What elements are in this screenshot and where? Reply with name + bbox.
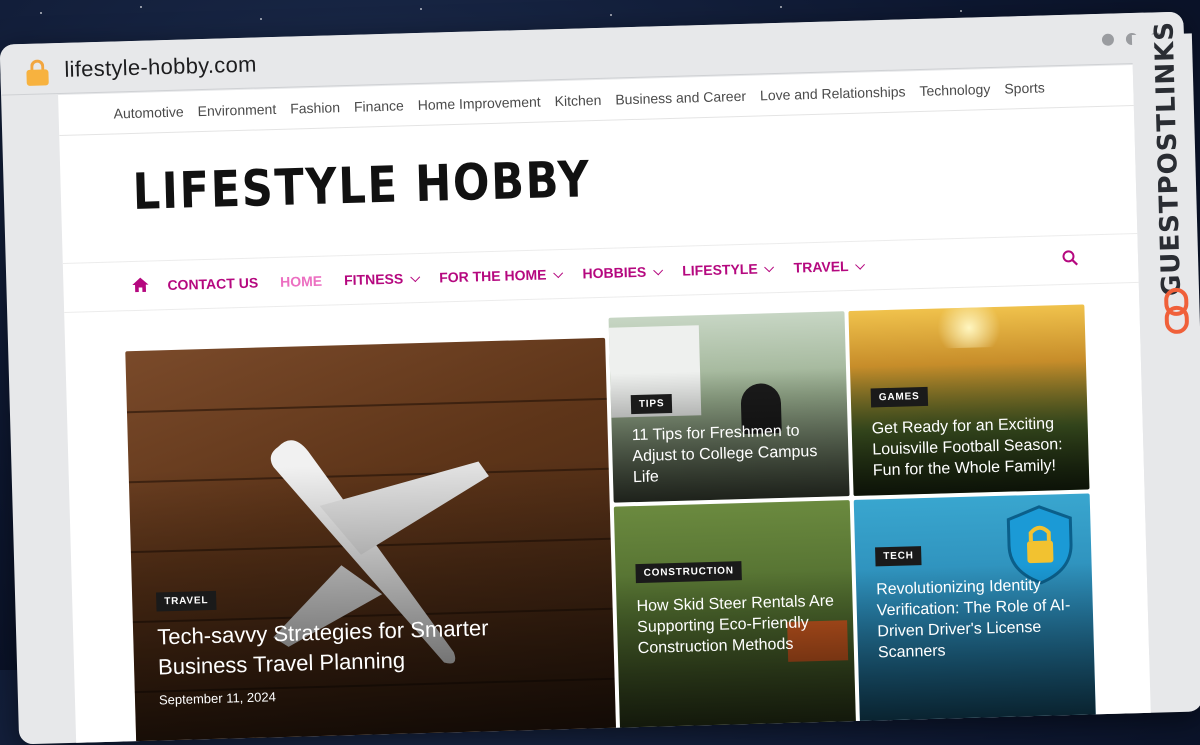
post-card[interactable]: CONSTRUCTION How Skid Steer Rentals Are …: [613, 500, 857, 738]
main-nav: CONTACT US HOME FITNESS FOR THE HOME HOB…: [62, 232, 1139, 313]
home-icon[interactable]: [131, 276, 149, 294]
chevron-down-icon: [653, 264, 664, 275]
web-page: Automotive Environment Fashion Finance H…: [58, 65, 1152, 745]
top-nav-item[interactable]: Finance: [354, 97, 404, 114]
window-dot-icon[interactable]: [1101, 33, 1115, 46]
featured-post-card[interactable]: TRAVEL Tech-savvy Strategies for Smarter…: [125, 337, 617, 745]
top-nav-item[interactable]: Home Improvement: [418, 94, 541, 113]
lock-icon: [26, 59, 49, 86]
top-nav-item[interactable]: Sports: [1004, 79, 1045, 96]
guestpostlinks-brand: GUESTPOSTLINKS: [1142, 21, 1196, 336]
category-tag[interactable]: GAMES: [870, 386, 928, 408]
nav-item-lifestyle[interactable]: LIFESTYLE: [682, 260, 775, 279]
browser-window: lifestyle-hobby.com Automotive Environme…: [0, 11, 1200, 745]
category-tag[interactable]: TECH: [875, 546, 922, 567]
category-tag[interactable]: TRAVEL: [156, 590, 217, 612]
category-tag[interactable]: TIPS: [630, 394, 673, 415]
post-card[interactable]: TIPS 11 Tips for Freshmen to Adjust to C…: [608, 311, 850, 503]
category-tag[interactable]: CONSTRUCTION: [635, 561, 743, 584]
post-title[interactable]: How Skid Steer Rentals Are Supporting Ec…: [636, 591, 838, 660]
nav-item-fitness[interactable]: FITNESS: [344, 270, 421, 288]
post-title[interactable]: Tech-savvy Strategies for Smarter Busine…: [157, 612, 539, 683]
nav-item-for-the-home[interactable]: FOR THE HOME: [439, 266, 564, 285]
brand-text: GUESTPOSTLINKS: [1149, 20, 1188, 297]
address-bar[interactable]: lifestyle-hobby.com: [64, 51, 257, 82]
top-nav-item[interactable]: Love and Relationships: [760, 83, 906, 103]
post-card[interactable]: TECH Revolutionizing Identity Verificati…: [853, 493, 1097, 731]
post-title[interactable]: 11 Tips for Freshmen to Adjust to Colleg…: [632, 420, 834, 489]
top-nav-item[interactable]: Technology: [919, 81, 990, 99]
top-nav-item[interactable]: Automotive: [113, 104, 183, 122]
chevron-down-icon: [764, 261, 775, 272]
nav-item-home[interactable]: HOME: [280, 273, 322, 290]
chevron-down-icon: [410, 271, 421, 282]
chevron-down-icon: [553, 267, 564, 278]
browser-scene: lifestyle-hobby.com Automotive Environme…: [0, 0, 1200, 745]
post-card[interactable]: GAMES Get Ready for an Exciting Louisvil…: [848, 304, 1090, 496]
link-icon: [1164, 287, 1189, 334]
sun-image: [928, 306, 1010, 349]
search-icon[interactable]: [1062, 250, 1078, 266]
post-title[interactable]: Revolutionizing Identity Verification: T…: [876, 574, 1088, 664]
nav-item-hobbies[interactable]: HOBBIES: [582, 263, 664, 281]
post-title[interactable]: Get Ready for an Exciting Louisville Foo…: [871, 413, 1083, 482]
chevron-down-icon: [855, 259, 866, 270]
nav-item-travel[interactable]: TRAVEL: [793, 258, 866, 276]
top-nav-item[interactable]: Fashion: [290, 99, 340, 116]
featured-posts-grid: TRAVEL Tech-savvy Strategies for Smarter…: [125, 304, 1097, 745]
site-logo[interactable]: LIFESTYLE HOBBY: [132, 150, 591, 221]
top-nav-item[interactable]: Business and Career: [615, 88, 746, 108]
top-nav-item[interactable]: Kitchen: [554, 92, 601, 109]
top-nav-item[interactable]: Environment: [197, 101, 276, 119]
nav-item-contact-us[interactable]: CONTACT US: [167, 275, 258, 294]
